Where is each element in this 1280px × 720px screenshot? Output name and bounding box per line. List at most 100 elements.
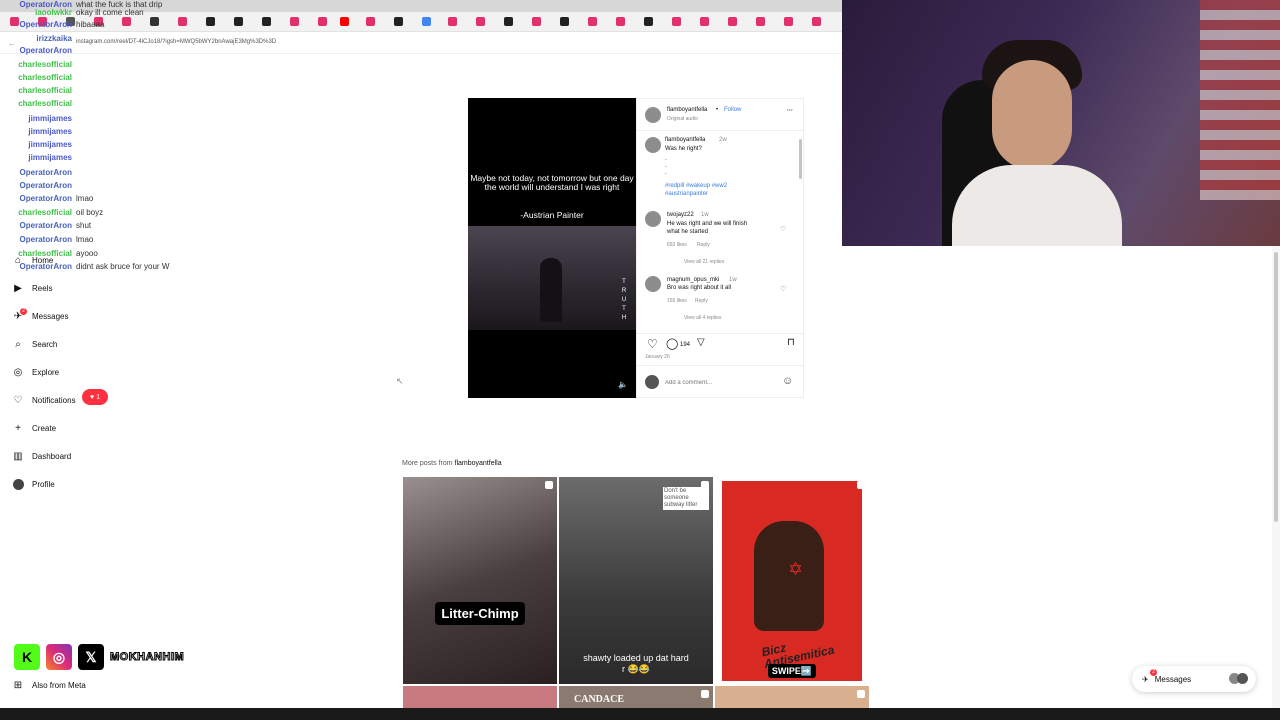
add-comment-input[interactable] bbox=[665, 378, 775, 388]
page-scrollbar[interactable] bbox=[1272, 246, 1280, 720]
chat-username: charlesofficial bbox=[18, 60, 72, 69]
sidebar-item-search[interactable]: ⌕ Search bbox=[11, 334, 57, 354]
tab-favicon[interactable] bbox=[476, 17, 485, 26]
more-post-tile[interactable] bbox=[715, 686, 869, 708]
view-replies[interactable]: View all 21 replies bbox=[684, 259, 724, 265]
streamer-webcam bbox=[842, 0, 1280, 246]
tab-favicon[interactable] bbox=[784, 17, 793, 26]
tab-favicon[interactable] bbox=[318, 17, 327, 26]
home-icon: ⌂ bbox=[14, 254, 22, 266]
tab-favicon[interactable] bbox=[366, 17, 375, 26]
comment-reply[interactable]: Reply bbox=[695, 298, 708, 304]
audio-label[interactable]: Original audio bbox=[667, 116, 698, 122]
caption-hashtags[interactable]: #austrianpainter bbox=[665, 191, 708, 197]
tab-favicon[interactable] bbox=[644, 17, 653, 26]
reel-video[interactable]: Maybe not today, not tomorrow but one da… bbox=[468, 98, 636, 398]
emoji-icon[interactable]: ☺ bbox=[782, 375, 793, 387]
scrollbar-thumb[interactable] bbox=[799, 139, 802, 179]
tab-favicon[interactable] bbox=[812, 17, 821, 26]
comments-scrollbar[interactable] bbox=[799, 131, 803, 326]
comment-likes[interactable]: 692 likes bbox=[667, 242, 687, 248]
tab-favicon[interactable] bbox=[728, 17, 737, 26]
comment-avatar[interactable] bbox=[645, 276, 661, 292]
more-posts-user[interactable]: flamboyantfella bbox=[455, 460, 502, 467]
sidebar-item-profile[interactable]: Profile bbox=[11, 474, 55, 494]
comment-username[interactable]: twojayz22 bbox=[667, 212, 694, 218]
more-post-tile[interactable]: CANDACE bbox=[559, 686, 713, 708]
flag-backdrop bbox=[1200, 0, 1280, 200]
chat-username: jimmijames bbox=[28, 127, 72, 136]
like-heart-icon[interactable]: ♡ bbox=[647, 337, 658, 351]
reel-icon bbox=[701, 690, 709, 698]
tab-favicon[interactable] bbox=[588, 17, 597, 26]
chat-message-text: didnt ask bruce for your W bbox=[76, 262, 170, 271]
tab-favicon[interactable] bbox=[700, 17, 709, 26]
comment-like-heart-icon[interactable]: ♡ bbox=[780, 225, 786, 233]
reel-credit: -Austrian Painter bbox=[520, 210, 584, 220]
messages-floating-button[interactable]: ✈ 2 Messages bbox=[1132, 666, 1256, 692]
messages-pill-badge: 2 bbox=[1150, 669, 1157, 676]
author-username[interactable]: flamboyantfella bbox=[667, 107, 707, 113]
caption-avatar[interactable] bbox=[645, 137, 661, 153]
share-icon[interactable]: ▽ bbox=[697, 337, 705, 348]
bookmark-icon[interactable]: ⊓ bbox=[787, 337, 795, 348]
tab-favicon[interactable] bbox=[448, 17, 457, 26]
tab-favicon[interactable] bbox=[262, 17, 271, 26]
tile-caption: CANDACE bbox=[574, 694, 624, 705]
comment-text: He was right and we will finish bbox=[667, 221, 748, 227]
tile-caption: SWIPE➡️ bbox=[715, 661, 869, 679]
sidebar-item-reels[interactable]: ▶ Reels bbox=[11, 278, 52, 298]
tab-favicon[interactable] bbox=[616, 17, 625, 26]
chat-message: charlesofficial bbox=[14, 99, 254, 112]
avatar bbox=[1237, 673, 1248, 684]
sidebar-item-create[interactable]: + Create bbox=[11, 418, 56, 438]
chat-username: OperatorAron bbox=[19, 235, 72, 244]
comment-count: 194 bbox=[680, 342, 691, 348]
tab-favicon[interactable] bbox=[340, 17, 349, 26]
caption-username[interactable]: flamboyantfella bbox=[665, 137, 705, 143]
tab-favicon[interactable] bbox=[290, 17, 299, 26]
reels-icon: ▶ bbox=[14, 282, 22, 294]
tab-favicon[interactable] bbox=[422, 17, 431, 26]
scrollbar-thumb[interactable] bbox=[1274, 252, 1278, 522]
chat-username: jimmijames bbox=[28, 140, 72, 149]
messages-badge: 2 bbox=[20, 308, 27, 315]
tab-favicon[interactable] bbox=[560, 17, 569, 26]
more-post-tile[interactable]: Don't be someone subway litter shawty lo… bbox=[559, 477, 713, 684]
follow-button[interactable]: Follow bbox=[724, 107, 741, 113]
author-avatar[interactable] bbox=[645, 107, 661, 123]
comment-bubble-icon[interactable]: ◯ bbox=[666, 337, 678, 350]
chat-username: irizzkaika bbox=[36, 34, 72, 43]
sidebar-item-also-from-meta[interactable]: ⊞ Also from Meta bbox=[11, 675, 86, 695]
comment-like-heart-icon[interactable]: ♡ bbox=[780, 285, 786, 293]
sidebar-item-explore[interactable]: ◎ Explore bbox=[11, 362, 60, 382]
heart-icon: ♡ bbox=[13, 394, 23, 406]
view-replies[interactable]: View all 4 replies bbox=[684, 315, 721, 321]
comment-likes[interactable]: 155 likes bbox=[667, 298, 687, 304]
more-post-tile[interactable] bbox=[403, 686, 557, 708]
tab-favicon[interactable] bbox=[756, 17, 765, 26]
tile-caption: shawty loaded up dat hard r 😂😂 bbox=[583, 653, 689, 674]
comment-reply[interactable]: Reply bbox=[697, 242, 710, 248]
tab-favicon[interactable] bbox=[394, 17, 403, 26]
tab-favicon[interactable] bbox=[672, 17, 681, 26]
caption-hashtags[interactable]: #redpill #wakeup #ww2 bbox=[665, 183, 727, 189]
more-post-tile[interactable]: ✡ Bicz Antisemitica SWIPE➡️ bbox=[715, 477, 869, 684]
chat-message: charlesofficial bbox=[14, 73, 254, 86]
sidebar-item-notifications[interactable]: ♡ Notifications bbox=[11, 390, 76, 410]
mute-icon[interactable]: 🔈 bbox=[618, 380, 628, 389]
instagram-icon: ◎ bbox=[46, 644, 72, 670]
sidebar-item-home[interactable]: ⌂ Home bbox=[11, 250, 53, 270]
tab-favicon[interactable] bbox=[504, 17, 513, 26]
sidebar-item-dashboard[interactable]: ▥ Dashboard bbox=[11, 446, 71, 466]
streamer-face bbox=[992, 60, 1072, 170]
x-icon: 𝕏 bbox=[78, 644, 104, 670]
more-post-tile[interactable]: Litter-Chimp bbox=[403, 477, 557, 684]
kick-icon: K bbox=[14, 644, 40, 670]
comment-username[interactable]: magnum_opus_mki bbox=[667, 277, 719, 283]
comment-avatar[interactable] bbox=[645, 211, 661, 227]
chat-message-text: lmao bbox=[76, 194, 94, 203]
more-options-icon[interactable]: ··· bbox=[787, 108, 793, 114]
comment-time: 1w bbox=[701, 212, 709, 218]
tab-favicon[interactable] bbox=[532, 17, 541, 26]
